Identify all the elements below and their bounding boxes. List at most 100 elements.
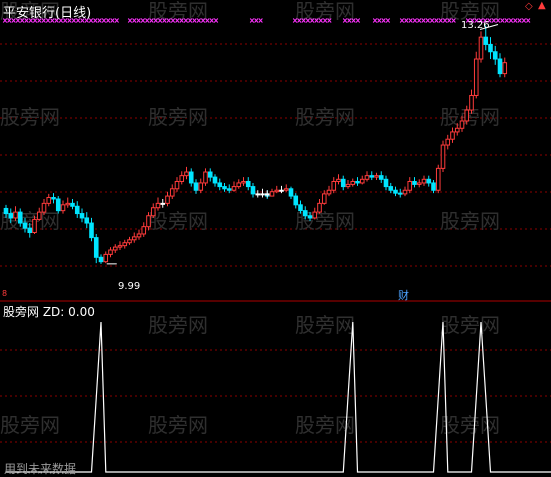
candle-body (41, 202, 47, 213)
candle-body (488, 43, 493, 53)
candle-body (131, 236, 137, 241)
candle-body (217, 182, 223, 188)
cross-marker (213, 18, 219, 23)
cross-marker (249, 18, 255, 23)
candle-body (160, 202, 166, 205)
candle-body (331, 180, 337, 191)
cross-marker (127, 18, 133, 23)
cross-marker (521, 18, 527, 23)
candle-body (369, 175, 375, 178)
cross-marker (429, 18, 435, 23)
candle-body (393, 189, 398, 194)
chart-canvas[interactable]: 股旁网 股旁网 股旁网 股旁网股旁网 股旁网 股旁网 股旁网股旁网 股旁网 股旁网 股旁网股旁网股… (0, 0, 551, 477)
price-low-label: 9.99 (118, 281, 141, 292)
cross-marker (513, 18, 518, 23)
candle-body (117, 245, 123, 248)
candle-body (302, 210, 308, 217)
candle-body (397, 192, 403, 195)
cross-marker (110, 18, 115, 23)
candle-body (108, 249, 113, 255)
candle-body (264, 193, 270, 196)
cross-marker (517, 18, 522, 23)
candle-body (269, 191, 275, 197)
candle-body (336, 178, 341, 182)
candle-body (203, 171, 208, 184)
cross-marker (377, 18, 382, 23)
candle-body (288, 188, 294, 197)
candle-body (89, 222, 94, 239)
stock-chart-window: 股旁网 股旁网 股旁网 股旁网 股旁网 股旁网 股旁网 股旁网 股旁网 股旁网 股旁网 股旁网 股旁网股… (0, 0, 551, 477)
up-arrow-icon[interactable]: ▲ (538, 0, 546, 11)
candle-body (79, 213, 85, 219)
candle-body (421, 178, 427, 184)
candle-body (141, 226, 147, 235)
candle-body (407, 180, 413, 191)
cross-marker (404, 18, 409, 23)
watermark: 股旁网 (148, 413, 208, 437)
candle-body (98, 256, 104, 263)
cross-marker (258, 18, 263, 23)
candle-body (155, 202, 161, 209)
candle-body (103, 253, 109, 263)
candle-body (340, 178, 346, 188)
cross-marker (209, 18, 214, 23)
candle-body (22, 222, 28, 229)
candle-body (250, 186, 256, 195)
candle-body (127, 239, 132, 244)
cross-marker (97, 18, 102, 23)
candle-body (317, 202, 322, 213)
candle-body (165, 195, 170, 204)
candle-body (431, 182, 436, 191)
grid-lines (0, 43, 551, 443)
candle-body (364, 175, 370, 180)
cross-marker (412, 18, 418, 23)
candle-body (207, 171, 213, 178)
watermark: 股旁网 (0, 413, 60, 437)
cross-marker (421, 18, 426, 23)
candle-body (321, 193, 327, 204)
candle-body (51, 197, 56, 200)
candle-body (426, 178, 432, 184)
candle-body (169, 188, 175, 197)
candle-body (416, 182, 422, 185)
indicator-footer: 用到未来数据 (4, 462, 77, 476)
candle-body (307, 215, 313, 219)
cross-marker (114, 18, 119, 23)
candle-body (274, 189, 280, 193)
candle-body (231, 186, 237, 191)
watermark: 股旁网 (440, 209, 500, 233)
candle-body (374, 175, 379, 178)
cross-marker (136, 18, 141, 23)
cross-marker (254, 18, 259, 23)
candle-body (255, 193, 261, 196)
candle-body (8, 213, 14, 219)
candle-body (245, 180, 251, 188)
candle-body (3, 207, 9, 215)
finance-marker[interactable]: 财 (398, 287, 409, 303)
candle-body (150, 207, 156, 217)
diamond-icon[interactable]: ◇ (525, 1, 533, 12)
candle-body (450, 131, 455, 140)
candle-body (74, 205, 80, 215)
watermarks: 股旁网 股旁网 股旁网 股旁网股旁网 股旁网 股旁网 股旁网股旁网 股旁网 股旁网 股旁网股旁网股… (0, 0, 500, 437)
zd-indicator-line (6, 321, 551, 473)
candle-body (222, 186, 227, 190)
candle-body (473, 58, 479, 96)
candle-body (84, 217, 90, 224)
candle-body (492, 51, 498, 60)
price-high-label: 13.26 (461, 20, 490, 31)
candle-body (454, 127, 460, 133)
cross-marker (106, 18, 111, 23)
candle-body (497, 58, 503, 75)
candle-body (298, 204, 303, 212)
watermark: 股旁网 (148, 209, 208, 233)
side-marker: 8 (2, 289, 8, 298)
candle-body (236, 182, 242, 188)
candle-body (464, 109, 470, 122)
candle-body (378, 175, 384, 180)
candle-body (36, 211, 42, 220)
cross-marker (381, 18, 386, 23)
watermark: 股旁网 (295, 105, 355, 129)
candle-body (383, 178, 389, 188)
cross-marker (425, 18, 430, 23)
